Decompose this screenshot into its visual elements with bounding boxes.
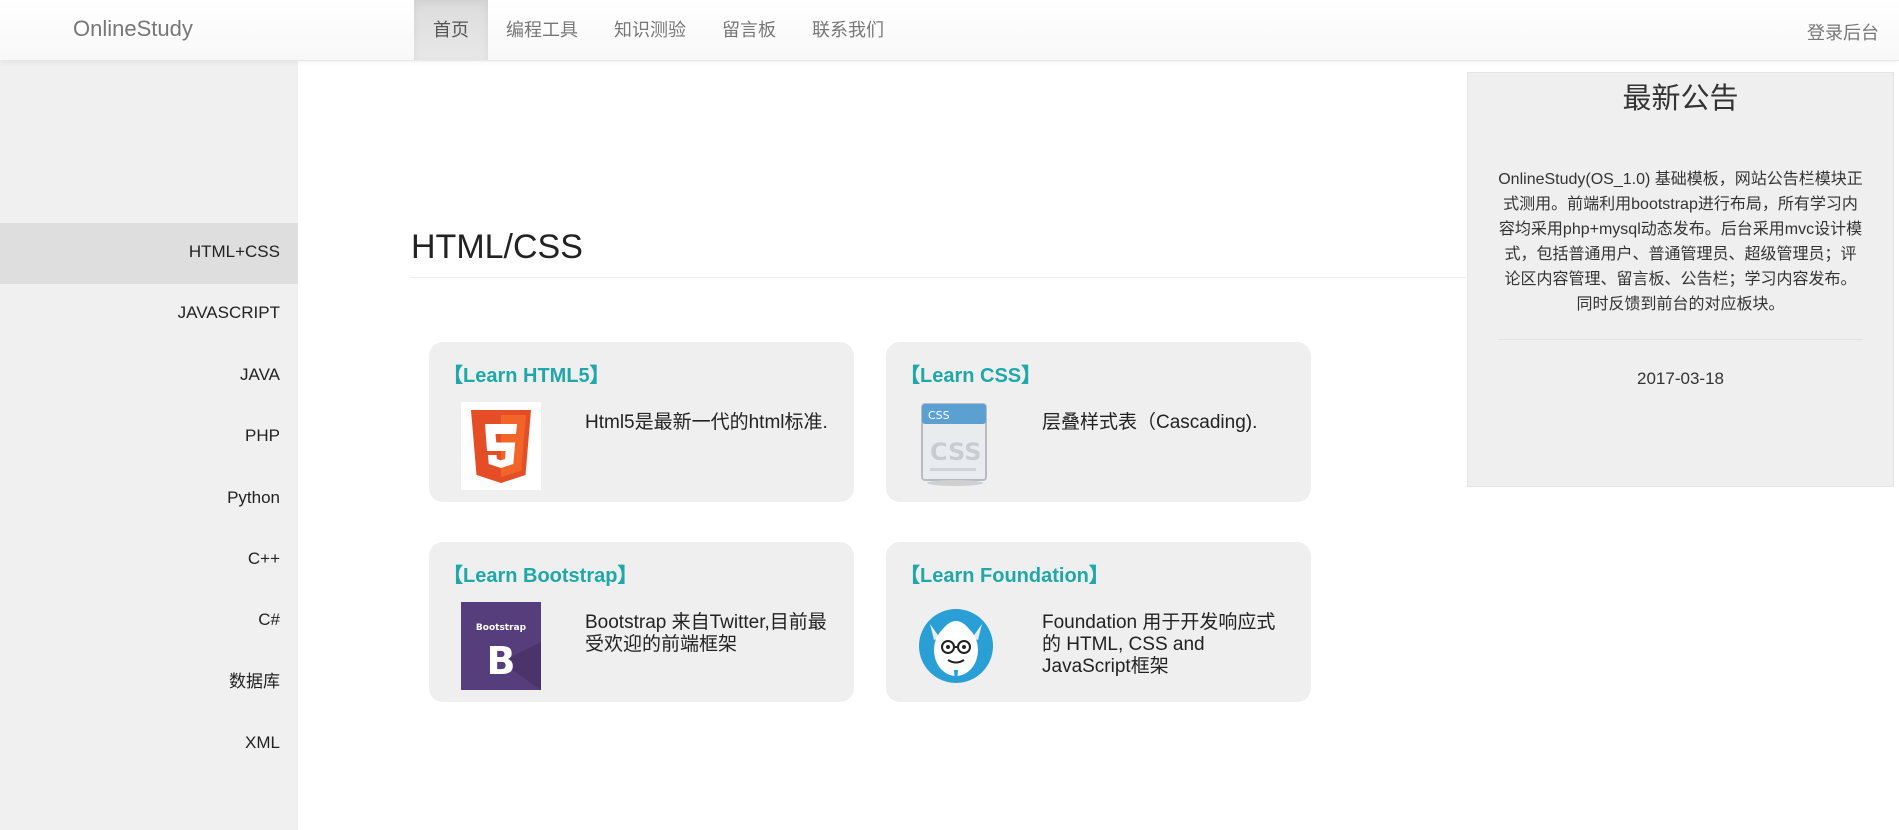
nav-item-contact[interactable]: 联系我们 [794, 0, 902, 60]
card-description: 层叠样式表（Cascading). [1042, 412, 1258, 433]
course-card-html5[interactable]: 【Learn HTML5】 Html5是最新一代的html标准. [429, 342, 854, 502]
card-title[interactable]: 【Learn CSS】 [900, 359, 1041, 388]
admin-login-link[interactable]: 登录后台 [1807, 19, 1879, 45]
sidebar-item-python[interactable]: Python [0, 469, 298, 530]
course-card-foundation[interactable]: 【Learn Foundation】 Foundation 用于开发响应式的 H… [886, 542, 1311, 702]
sidebar-item-php[interactable]: PHP [0, 407, 298, 468]
brand-logo-text[interactable]: OnlineStudy [73, 16, 193, 42]
top-navbar: OnlineStudy 首页 编程工具 知识测验 留言板 联系我们 登录后台 [0, 0, 1899, 61]
nav-item-quiz[interactable]: 知识测验 [596, 0, 704, 60]
section-title: HTML/CSS [411, 228, 583, 266]
css-file-icon: CSS CSS [920, 402, 1000, 490]
sidebar-item-html-css[interactable]: HTML+CSS [0, 223, 298, 285]
html5-logo-icon [461, 402, 541, 490]
sidebar: HTML+CSS JAVASCRIPT JAVA PHP Python C++ … [0, 61, 298, 830]
svg-text:Bootstrap: Bootstrap [476, 623, 527, 633]
bootstrap-logo-icon: Bootstrap B [461, 602, 541, 690]
course-card-css[interactable]: 【Learn CSS】 CSS CSS 层叠样式表（Cascading). [886, 342, 1311, 502]
card-description: Html5是最新一代的html标准. [585, 412, 828, 433]
announcement-title: 最新公告 [1622, 81, 1739, 115]
nav-item-message-board[interactable]: 留言板 [704, 0, 794, 60]
sidebar-item-cpp[interactable]: C++ [0, 530, 298, 591]
card-title[interactable]: 【Learn Foundation】 [900, 559, 1109, 588]
main-nav: 首页 编程工具 知识测验 留言板 联系我们 [414, 0, 902, 60]
sidebar-item-csharp[interactable]: C# [0, 591, 298, 652]
nav-item-programming-tools[interactable]: 编程工具 [488, 0, 596, 60]
card-title[interactable]: 【Learn HTML5】 [443, 359, 610, 388]
sidebar-menu: HTML+CSS JAVASCRIPT JAVA PHP Python C++ … [0, 223, 298, 776]
sidebar-item-database[interactable]: 数据库 [0, 653, 298, 714]
card-title[interactable]: 【Learn Bootstrap】 [443, 559, 637, 588]
sidebar-item-xml[interactable]: XML [0, 714, 298, 775]
sidebar-item-javascript[interactable]: JAVASCRIPT [0, 284, 298, 345]
svg-text:B: B [487, 639, 516, 683]
announcement-body: OnlineStudy(OS_1.0) 基础模板，网站公告栏模块正式测用。前端利… [1498, 171, 1863, 313]
announcement-panel: 最新公告 OnlineStudy(OS_1.0) 基础模板，网站公告栏模块正式测… [1467, 72, 1894, 487]
course-card-bootstrap[interactable]: 【Learn Bootstrap】 Bootstrap B Bootstrap … [429, 542, 854, 702]
sidebar-item-java[interactable]: JAVA [0, 346, 298, 407]
section-divider [411, 277, 1466, 278]
card-description: Bootstrap 来自Twitter,目前最受欢迎的前端框架 [585, 612, 827, 655]
foundation-yeti-icon [918, 604, 998, 692]
announcement-divider [1498, 339, 1863, 340]
svg-text:CSS: CSS [928, 409, 950, 422]
announcement-date: 2017-03-18 [1637, 369, 1724, 388]
card-description: Foundation 用于开发响应式的 HTML, CSS and JavaSc… [1042, 612, 1276, 677]
nav-item-home[interactable]: 首页 [414, 0, 488, 60]
svg-text:CSS: CSS [930, 438, 982, 466]
